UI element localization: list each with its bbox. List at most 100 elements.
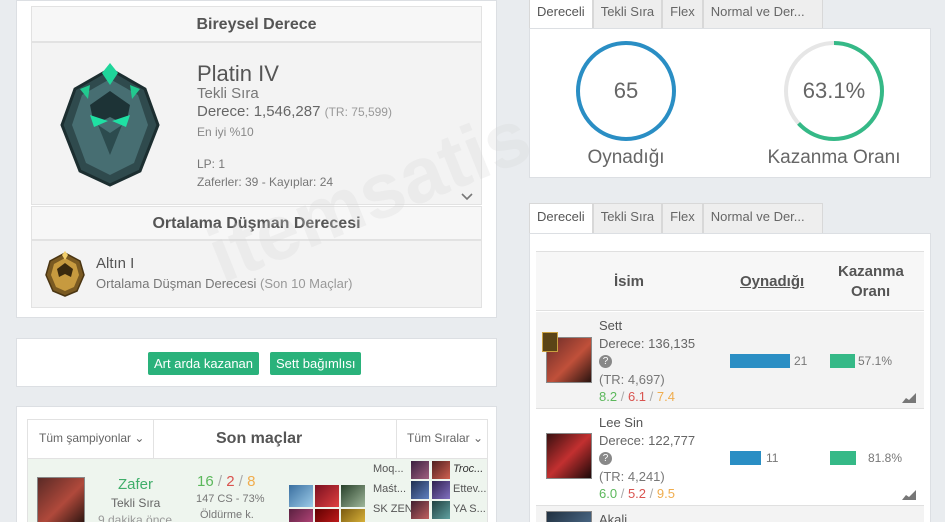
champion-mini-icon bbox=[411, 481, 429, 499]
match-row[interactable]: Zafer Tekli Sıra 9 dakika önce 16 / 2 / … bbox=[27, 459, 488, 522]
individual-rank-panel: Bireysel Derece Platin IV Tekli Sıra Der… bbox=[16, 0, 497, 318]
rank-rating-label: Derece: bbox=[197, 103, 250, 120]
individual-rank-title: Bireysel Derece bbox=[31, 6, 482, 42]
help-icon[interactable]: ? bbox=[599, 355, 612, 368]
champion-row[interactable]: Akali bbox=[536, 506, 924, 522]
item-icon bbox=[341, 485, 365, 507]
champion-deaths: 5.2 bbox=[627, 486, 647, 501]
games-bar bbox=[730, 354, 790, 368]
item-icon bbox=[289, 509, 313, 522]
queue-filter-label: Tüm Sıralar bbox=[407, 431, 470, 445]
champion-row[interactable]: Lee Sin Derece: 122,777 ? (TR: 4,241) 6.… bbox=[536, 409, 924, 506]
champion-table-header: İsim Oynadığı Kazanma Oranı bbox=[536, 251, 924, 311]
col-played-header[interactable]: Oynadığı bbox=[740, 273, 804, 290]
match-queue: Tekli Sıra bbox=[111, 496, 161, 510]
item-icon bbox=[315, 485, 339, 507]
item-grid bbox=[289, 485, 367, 522]
winrate-value: 63.1% bbox=[802, 78, 866, 103]
item-icon bbox=[315, 509, 339, 522]
champion-tr: (TR: 4,697) bbox=[599, 372, 665, 387]
champion-portrait bbox=[546, 511, 592, 522]
tab-normal-ranked[interactable]: Normal ve Der... bbox=[702, 203, 823, 233]
champion-assists: 7.4 bbox=[656, 389, 675, 404]
match-time: 9 dakika önce bbox=[98, 513, 173, 522]
champion-rating: Derece: 122,777 bbox=[599, 433, 696, 448]
champion-assists: 9.5 bbox=[656, 486, 675, 501]
gold-emblem-icon bbox=[45, 251, 85, 297]
champion-filter-dropdown[interactable]: Tüm şampiyonlar ⌄ bbox=[39, 431, 144, 445]
tab-flex[interactable]: Flex bbox=[662, 203, 703, 233]
champion-portrait bbox=[546, 433, 592, 479]
match-kills: 16 bbox=[197, 473, 214, 490]
player-name[interactable]: Maśt... bbox=[373, 483, 406, 495]
player-name[interactable]: Moq... bbox=[373, 463, 404, 475]
help-icon[interactable]: ? bbox=[599, 452, 612, 465]
played-count: 65 bbox=[613, 78, 639, 103]
chevron-down-icon: ⌄ bbox=[134, 431, 145, 445]
champion-name[interactable]: Lee Sin bbox=[599, 415, 643, 430]
item-icon bbox=[341, 509, 365, 522]
champion-mini-icon bbox=[432, 461, 450, 479]
champion-row[interactable]: Sett Derece: 136,135 ? (TR: 4,697) 8.2 /… bbox=[536, 312, 924, 409]
champion-filter-label: Tüm şampiyonlar bbox=[39, 431, 132, 445]
champion-deaths: 6.1 bbox=[627, 389, 647, 404]
rank-queue: Tekli Sıra bbox=[197, 85, 259, 102]
match-deaths: 2 bbox=[226, 473, 235, 490]
champion-name[interactable]: Sett bbox=[599, 318, 622, 333]
match-kda: 16 / 2 / 8 bbox=[197, 473, 256, 490]
champion-tr: (TR: 4,241) bbox=[599, 469, 665, 484]
winrate-value: 81.8% bbox=[868, 451, 903, 465]
graph-icon[interactable] bbox=[902, 393, 916, 403]
champion-name[interactable]: Akali bbox=[599, 512, 627, 522]
col-winrate-header-2: Oranı bbox=[851, 283, 891, 300]
champion-kda: 8.2 / 6.1 / 7.4 bbox=[599, 389, 675, 404]
chevron-down-icon: ⌄ bbox=[473, 431, 484, 445]
champion-tabbar: Dereceli Tekli Sıra Flex Normal ve Der..… bbox=[529, 203, 823, 233]
winrate-bar bbox=[830, 451, 856, 465]
stats-panel: 65 Oynadığı 63.1% Kazanma Oranı bbox=[529, 28, 931, 178]
rank-rating-tr: (TR: 75,599) bbox=[324, 105, 392, 119]
rank-badge-icon bbox=[542, 332, 558, 352]
chevron-down-icon[interactable] bbox=[461, 193, 473, 201]
recent-matches-panel: Tüm şampiyonlar ⌄ Son maçlar Tüm Sıralar… bbox=[16, 406, 497, 522]
tab-ranked[interactable]: Dereceli bbox=[529, 0, 593, 28]
enemy-note: (Son 10 Maçlar) bbox=[260, 276, 353, 291]
tab-solo-queue[interactable]: Tekli Sıra bbox=[592, 203, 663, 233]
player-name[interactable]: YA S... bbox=[453, 503, 486, 515]
matches-header: Tüm şampiyonlar ⌄ Son maçlar Tüm Sıralar… bbox=[27, 419, 488, 459]
queue-filter-dropdown[interactable]: Tüm Sıralar ⌄ bbox=[407, 431, 483, 445]
col-winrate-header[interactable]: Kazanma bbox=[838, 263, 904, 280]
graph-icon[interactable] bbox=[902, 490, 916, 500]
player-name[interactable]: Troc... bbox=[453, 463, 483, 475]
recent-matches-title: Son maçlar bbox=[216, 430, 303, 447]
games-count: 11 bbox=[766, 451, 779, 465]
enemy-subtitle-text: Ortalama Düşman Derecesi bbox=[96, 276, 257, 291]
tag-winning-streak[interactable]: Art arda kazanan bbox=[148, 352, 260, 375]
enemy-subtitle: Ortalama Düşman Derecesi (Son 10 Maçlar) bbox=[96, 276, 353, 291]
rank-lp: LP: 1 bbox=[197, 157, 226, 171]
rank-card: Platin IV Tekli Sıra Derece: 1,546,287 (… bbox=[31, 42, 482, 205]
tab-ranked[interactable]: Dereceli bbox=[529, 203, 593, 233]
rank-top-percent: En iyi %10 bbox=[197, 125, 254, 139]
match-cs: 147 CS - 73% bbox=[196, 493, 265, 505]
enemy-rank-title: Ortalama Düşman Derecesi bbox=[31, 206, 482, 240]
champion-mini-icon bbox=[432, 501, 450, 519]
enemy-rank-card: Altın I Ortalama Düşman Derecesi (Son 10… bbox=[31, 240, 482, 308]
enemy-tier: Altın I bbox=[96, 255, 135, 272]
champion-mini-icon bbox=[411, 461, 429, 479]
player-name[interactable]: Ettev... bbox=[453, 483, 486, 495]
tab-solo-queue[interactable]: Tekli Sıra bbox=[592, 0, 663, 28]
winrate-value: 57.1% bbox=[858, 354, 893, 368]
match-assists: 8 bbox=[247, 473, 256, 490]
champion-kda: 6.0 / 5.2 / 9.5 bbox=[599, 486, 675, 501]
champion-rating: Derece: 136,135 bbox=[599, 336, 696, 351]
tab-flex[interactable]: Flex bbox=[662, 0, 703, 28]
player-name[interactable]: SK ZEN bbox=[373, 503, 413, 515]
col-name-header[interactable]: İsim bbox=[614, 273, 644, 290]
tag-sett-addict[interactable]: Sett bağımlısı bbox=[270, 352, 362, 375]
games-count: 21 bbox=[794, 354, 808, 368]
played-label: Oynadığı bbox=[587, 147, 665, 168]
games-bar bbox=[730, 451, 761, 465]
tab-normal-ranked[interactable]: Normal ve Der... bbox=[702, 0, 823, 28]
champion-kills: 6.0 bbox=[599, 486, 618, 501]
